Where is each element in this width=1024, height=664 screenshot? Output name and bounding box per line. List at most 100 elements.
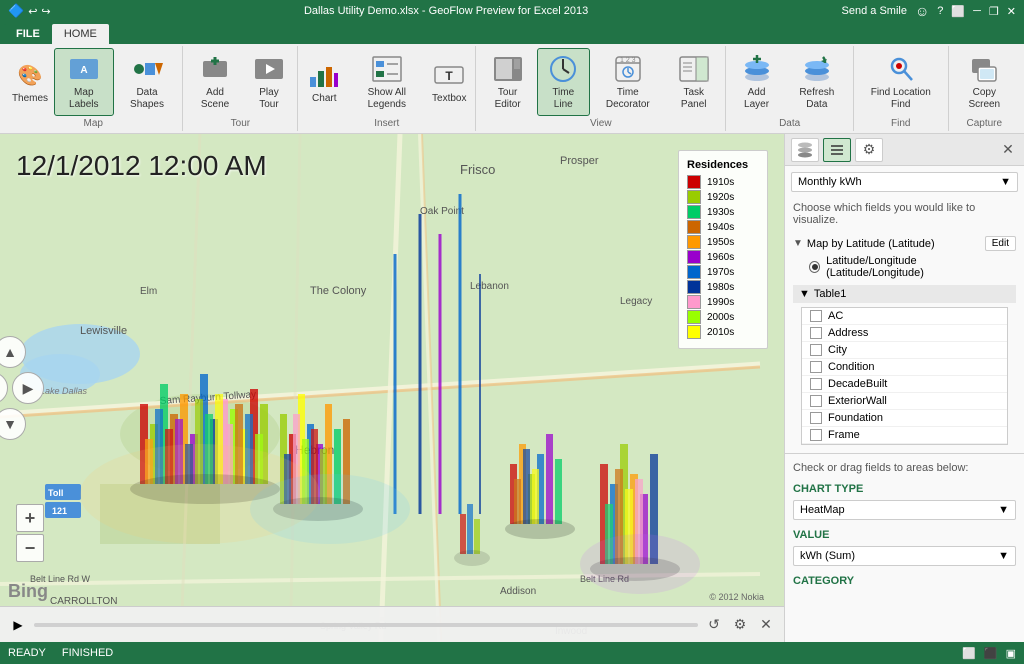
tab-home[interactable]: HOME (52, 24, 109, 44)
find-group-items: Find Location Find (858, 48, 944, 116)
task-panel-button[interactable]: Task Panel (666, 49, 721, 115)
legend-color-1940s (687, 220, 701, 234)
textbox-button[interactable]: T Textbox (427, 55, 471, 109)
playback-bar: ▶ ↺ ⚙ ✕ (0, 606, 784, 642)
map-group-label: Map (8, 116, 178, 129)
checkbox-foundation[interactable] (810, 412, 822, 424)
lat-long-radio[interactable] (809, 261, 820, 273)
map-labels-button[interactable]: A Map Labels (54, 48, 114, 116)
label-frame: Frame (828, 429, 860, 441)
settings-playback-button[interactable]: ⚙ (730, 615, 750, 635)
panel-close-button[interactable]: ✕ (998, 140, 1018, 160)
panel-layers-button[interactable] (791, 138, 819, 162)
refresh-data-button[interactable]: Refresh Data (785, 49, 849, 115)
legend-label-1960s: 1960s (707, 252, 734, 263)
ribbon-group-insert: Chart Show All Legends (298, 46, 476, 131)
themes-button[interactable]: 🎨 Themes (8, 55, 52, 109)
minimize-icon[interactable]: ─ (973, 5, 981, 17)
checkbox-ac[interactable] (810, 310, 822, 322)
table1-toggle: ▼ (799, 288, 810, 300)
legend-item-1950s: 1950s (687, 235, 759, 249)
checkbox-exteriorwall[interactable] (810, 395, 822, 407)
legend-label-1970s: 1970s (707, 267, 734, 278)
find-location-button[interactable]: Find Location Find (858, 49, 944, 115)
label-foundation: Foundation (828, 412, 883, 424)
chart-type-value: HeatMap (800, 504, 845, 516)
checkbox-decadebuilt[interactable] (810, 378, 822, 390)
checkbox-condition[interactable] (810, 361, 822, 373)
svg-text:1 2 3: 1 2 3 (620, 57, 636, 64)
nav-up-button[interactable]: ▲ (0, 336, 26, 368)
data-group-label: Data (730, 116, 849, 129)
chart-type-section: CHART TYPE HeatMap ▼ (785, 478, 1024, 524)
legend-color-1930s (687, 205, 701, 219)
legend-item-2010s: 2010s (687, 325, 759, 339)
status-icon-2[interactable]: ⬛ (984, 647, 998, 660)
map-area[interactable]: Frisco Prosper Oak Point The Colony Leba… (0, 134, 784, 642)
svg-text:Prosper: Prosper (560, 155, 599, 167)
time-decorator-icon: 1 2 3 (612, 53, 644, 85)
status-icon-3[interactable]: ▣ (1006, 647, 1016, 660)
monitor-icon[interactable]: ⬜ (951, 5, 965, 18)
checkbox-frame[interactable] (810, 429, 822, 441)
category-section: CATEGORY (785, 570, 1024, 592)
legend-item-1930s: 1930s (687, 205, 759, 219)
legend-label-1950s: 1950s (707, 237, 734, 248)
map-by-edit-button[interactable]: Edit (985, 236, 1016, 251)
nav-right-button[interactable]: ▶ (12, 372, 44, 404)
insert-group-label: Insert (302, 116, 471, 129)
table1-header[interactable]: ▼ Table1 (793, 285, 1016, 303)
panel-settings-button[interactable]: ⚙ (855, 138, 883, 162)
play-button[interactable]: ▶ (8, 615, 28, 635)
show-all-legends-icon (371, 53, 403, 85)
time-decorator-button[interactable]: 1 2 3 Time Decorator (592, 49, 665, 115)
add-scene-button[interactable]: Add Scene (187, 49, 242, 115)
svg-text:Lebanon: Lebanon (470, 281, 509, 292)
checkbox-city[interactable] (810, 344, 822, 356)
close-playback-button[interactable]: ✕ (756, 615, 776, 635)
value-dropdown[interactable]: kWh (Sum) ▼ (793, 546, 1016, 566)
play-tour-button[interactable]: Play Tour (245, 49, 294, 115)
progress-bar[interactable] (34, 623, 698, 627)
refresh-playback-button[interactable]: ↺ (704, 615, 724, 635)
send-smile-label[interactable]: Send a Smile (842, 5, 907, 17)
table1-item-exteriorwall: ExteriorWall (802, 393, 1007, 410)
field-dropdown[interactable]: Monthly kWh ▼ (791, 172, 1018, 192)
chart-button[interactable]: Chart (302, 55, 346, 109)
map-by-toggle[interactable]: ▼ (793, 238, 803, 249)
tab-file[interactable]: FILE (4, 24, 52, 44)
data-shapes-button[interactable]: Data Shapes (116, 49, 179, 115)
restore-icon[interactable]: ❐ (989, 5, 999, 18)
svg-text:A: A (80, 65, 87, 76)
data-shapes-icon (131, 53, 163, 85)
legend-label-1920s: 1920s (707, 192, 734, 203)
time-line-button[interactable]: Time Line (537, 48, 590, 116)
help-icon[interactable]: ? (937, 5, 943, 17)
chart-icon (308, 59, 340, 91)
zoom-out-button[interactable]: − (16, 534, 44, 562)
check-drag-text: Check or drag fields to areas below: (785, 458, 1024, 478)
close-icon[interactable]: ✕ (1007, 5, 1016, 18)
table1-list: AC Address City Condition DecadeBuilt (801, 307, 1008, 445)
find-location-icon (885, 53, 917, 85)
add-layer-button[interactable]: Add Layer (730, 49, 782, 115)
tour-editor-button[interactable]: Tour Editor (480, 49, 535, 115)
add-scene-icon (199, 53, 231, 85)
copy-screen-button[interactable]: Copy Screen (953, 49, 1016, 115)
zoom-in-button[interactable]: + (16, 504, 44, 532)
label-exteriorwall: ExteriorWall (828, 395, 887, 407)
nav-down-button[interactable]: ▼ (0, 408, 26, 440)
label-condition: Condition (828, 361, 874, 373)
chart-type-dropdown[interactable]: HeatMap ▼ (793, 500, 1016, 520)
status-icon-1[interactable]: ⬜ (962, 647, 976, 660)
smiley-icon: ☺ (915, 3, 929, 19)
data-group-items: Add Layer Refresh Data (730, 48, 849, 116)
panel-list-button[interactable] (823, 138, 851, 162)
show-all-legends-button[interactable]: Show All Legends (348, 49, 425, 115)
find-group-label: Find (858, 116, 944, 129)
table1-item-foundation: Foundation (802, 410, 1007, 427)
nav-left-button[interactable]: ◀ (0, 372, 8, 404)
legend-title: Residences (687, 159, 759, 171)
checkbox-address[interactable] (810, 327, 822, 339)
map-by-label: Map by Latitude (Latitude) (807, 238, 935, 250)
